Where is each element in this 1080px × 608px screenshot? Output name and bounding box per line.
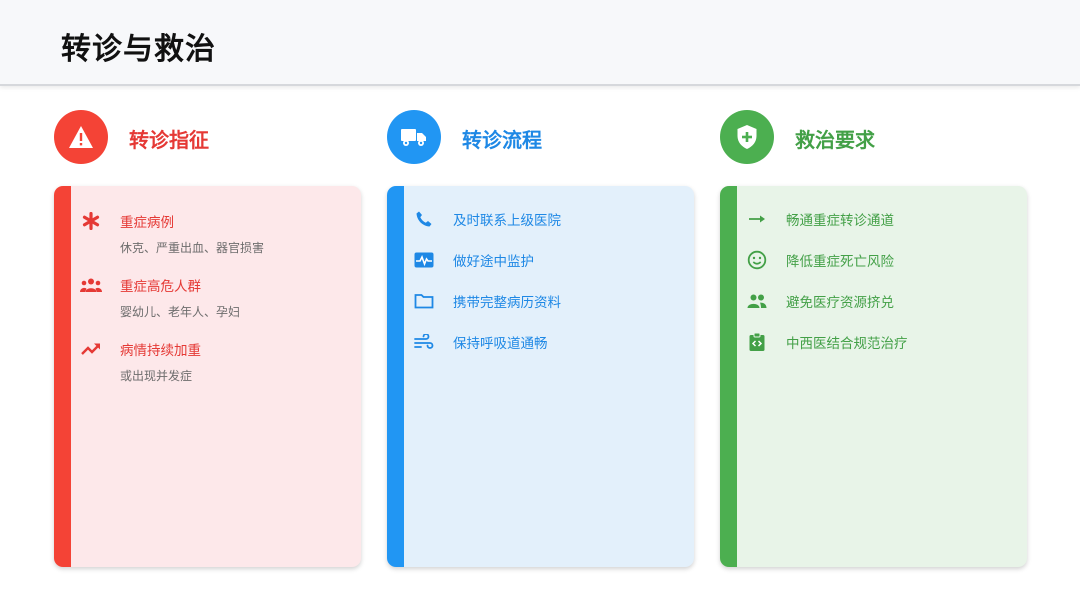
smile-icon — [746, 249, 768, 271]
trending-up-icon — [80, 338, 102, 360]
card-accent-bar — [387, 186, 404, 567]
people-group-icon — [80, 274, 102, 296]
item-title: 保持呼吸道通畅 — [453, 336, 548, 352]
item-subtitle: 休克、严重出血、器官损害 — [120, 241, 265, 255]
shield-plus-icon — [720, 110, 774, 164]
arrow-right-icon — [746, 208, 768, 230]
item-title: 携带完整病历资料 — [453, 295, 561, 311]
item-title: 重症高危人群 — [120, 279, 201, 295]
card-accent-bar — [720, 186, 737, 567]
column-header: 转诊流程 — [387, 110, 695, 166]
column-referral-indications: 转诊指征 重症病例 休克、严重出血、器官损害 重症高危人群 婴幼儿、老年人、孕妇… — [54, 110, 362, 567]
asterisk-icon — [80, 210, 102, 232]
column-header: 救治要求 — [720, 110, 1028, 166]
monitor-heart-icon — [413, 249, 435, 271]
item-title: 畅通重症转诊通道 — [786, 213, 894, 229]
item-subtitle: 或出现并发症 — [120, 369, 193, 383]
item-title: 做好途中监护 — [453, 254, 534, 270]
folder-icon — [413, 290, 435, 312]
header-bar: 转诊与救治 — [0, 0, 1080, 86]
card-accent-bar — [54, 186, 71, 567]
item-title: 避免医疗资源挤兑 — [786, 295, 894, 311]
air-icon — [413, 331, 435, 353]
requirements-card: 畅通重症转诊通道 降低重症死亡风险 避免医疗资源挤兑 中西医结合规范治疗 — [720, 186, 1027, 567]
page-title: 转诊与救治 — [61, 32, 216, 67]
people-icon — [746, 290, 768, 312]
column-treatment-requirements: 救治要求 畅通重症转诊通道 降低重症死亡风险 避免医疗资源挤兑 中西医结合规范治… — [720, 110, 1028, 567]
item-title: 降低重症死亡风险 — [786, 254, 894, 270]
item-title: 病情持续加重 — [120, 343, 201, 359]
clipboard-code-icon — [746, 331, 768, 353]
item-subtitle: 婴幼儿、老年人、孕妇 — [120, 305, 241, 319]
phone-icon — [413, 208, 435, 230]
item-title: 重症病例 — [120, 215, 174, 231]
column-title: 救治要求 — [795, 128, 875, 152]
column-header: 转诊指征 — [54, 110, 362, 166]
item-title: 及时联系上级医院 — [453, 213, 561, 229]
truck-icon — [387, 110, 441, 164]
item-title: 中西医结合规范治疗 — [786, 336, 908, 352]
column-title: 转诊流程 — [462, 128, 542, 152]
indications-card: 重症病例 休克、严重出血、器官损害 重症高危人群 婴幼儿、老年人、孕妇 病情持续… — [54, 186, 361, 567]
warning-icon — [54, 110, 108, 164]
process-card: 及时联系上级医院 做好途中监护 携带完整病历资料 保持呼吸道通畅 — [387, 186, 694, 567]
column-title: 转诊指征 — [129, 128, 209, 152]
column-referral-process: 转诊流程 及时联系上级医院 做好途中监护 携带完整病历资料 保持呼吸道通畅 — [387, 110, 695, 567]
